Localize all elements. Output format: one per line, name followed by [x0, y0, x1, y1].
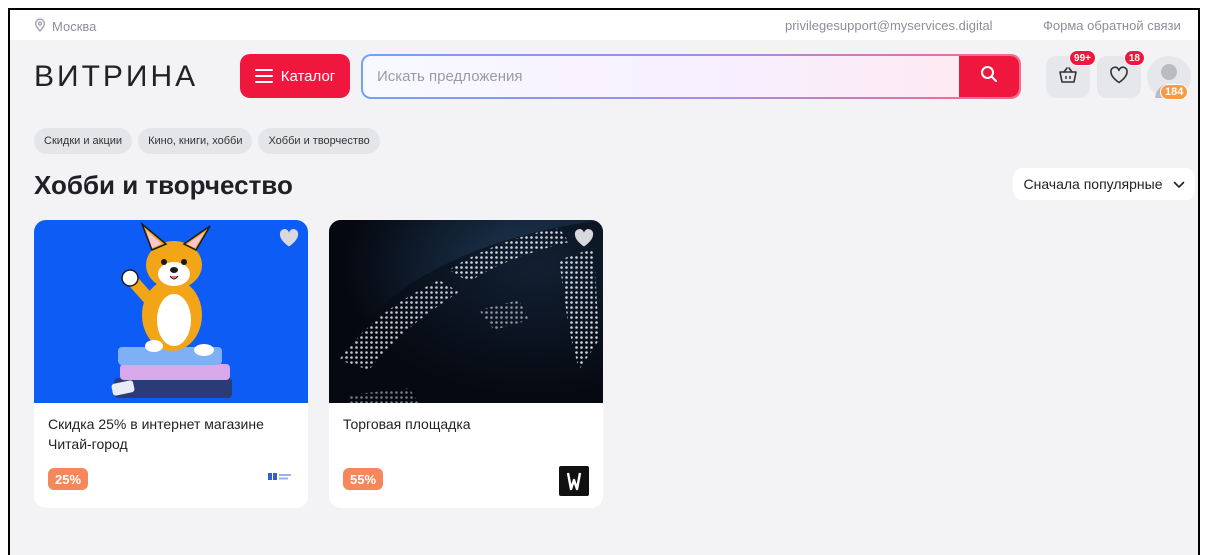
- cart-button[interactable]: 99+: [1046, 50, 1096, 98]
- favorite-heart-icon[interactable]: [573, 228, 595, 248]
- search-icon: [980, 65, 998, 88]
- breadcrumb-item[interactable]: Кино, книги, хобби: [138, 128, 253, 154]
- offer-title: Торговая площадка: [343, 416, 471, 432]
- feedback-form-link[interactable]: Форма обратной связи: [1043, 18, 1181, 33]
- chevron-down-icon: [1173, 176, 1185, 192]
- search-bar: [361, 54, 1021, 99]
- page-title: Хобби и творчество: [34, 170, 293, 200]
- sort-dropdown[interactable]: Сначала популярные: [1013, 168, 1195, 200]
- search-button[interactable]: [959, 56, 1019, 97]
- breadcrumb-item[interactable]: Скидки и акции: [34, 128, 133, 154]
- offer-card[interactable]: Скидка 25% в интернет магазине Читай-гор…: [34, 220, 308, 508]
- city-label: Москва: [52, 19, 97, 34]
- support-email-link[interactable]: privilegesupport@myservices.digital: [785, 18, 993, 33]
- search-input[interactable]: [363, 56, 959, 97]
- menu-icon: [254, 69, 273, 83]
- offer-card[interactable]: Торговая площадка 55%: [329, 220, 603, 508]
- site-logo[interactable]: ВИТРИНА: [34, 62, 198, 92]
- offer-image-corgi-books: [34, 220, 308, 403]
- top-bar: Москва privilegesupport@myservices.digit…: [10, 10, 1198, 40]
- location-pin-icon: [34, 18, 46, 35]
- basket-icon: [1058, 66, 1078, 89]
- heart-icon: [1109, 65, 1129, 89]
- app-frame: Москва privilegesupport@myservices.digit…: [8, 8, 1200, 555]
- offer-title: Скидка 25% в интернет магазине Читай-гор…: [48, 416, 264, 452]
- breadcrumb: Скидки и акции Кино, книги, хобби Хобби …: [34, 128, 380, 154]
- breadcrumb-item[interactable]: Хобби и творчество: [258, 128, 380, 154]
- discount-badge: 25%: [48, 468, 89, 490]
- chitai-gorod-logo: [266, 466, 294, 493]
- catalog-button[interactable]: Каталог: [240, 54, 350, 98]
- sort-label: Сначала популярные: [1023, 176, 1163, 192]
- catalog-button-label: Каталог: [280, 67, 336, 85]
- offer-image-globe: [329, 220, 603, 403]
- cart-count-badge: 99+: [1069, 50, 1096, 66]
- discount-badge: 55%: [343, 468, 384, 490]
- city-selector[interactable]: Москва: [34, 18, 96, 35]
- marketplace-logo: [559, 466, 589, 501]
- header: ВИТРИНА Каталог 99+: [10, 40, 1198, 108]
- points-badge: 184: [1160, 84, 1189, 100]
- favorites-button[interactable]: 18: [1097, 50, 1145, 98]
- favorite-heart-icon[interactable]: [278, 228, 300, 248]
- favorites-count-badge: 18: [1123, 50, 1145, 66]
- user-avatar[interactable]: 184: [1147, 56, 1191, 100]
